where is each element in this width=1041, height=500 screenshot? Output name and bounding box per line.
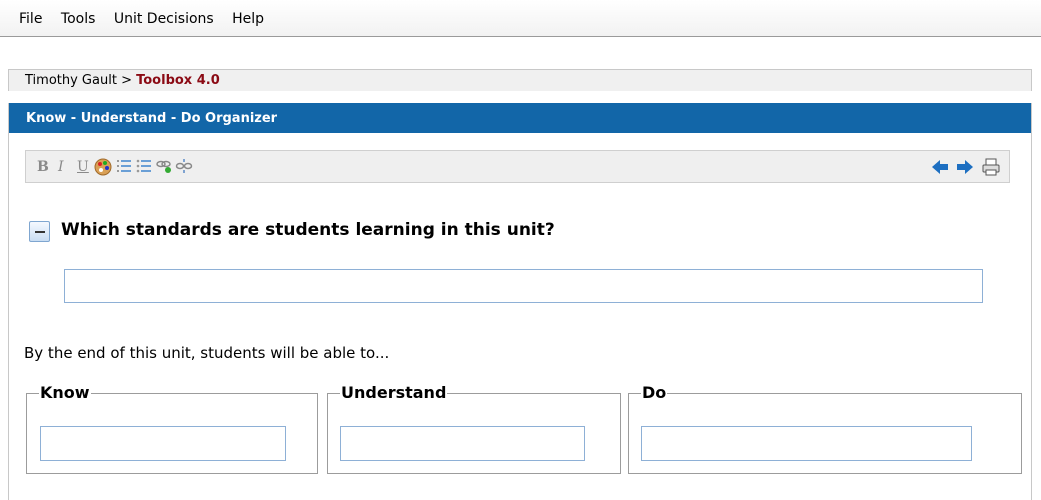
do-label: Do	[641, 383, 668, 403]
unlink-icon[interactable]	[175, 158, 193, 176]
forward-arrow-icon[interactable]	[956, 159, 974, 177]
menu-file[interactable]: File	[19, 11, 42, 27]
do-input[interactable]	[641, 426, 972, 461]
breadcrumb-current[interactable]: Toolbox 4.0	[136, 73, 220, 88]
menu-tools[interactable]: Tools	[61, 11, 96, 27]
understand-section: Understand	[327, 383, 621, 474]
editor-toolbar: B I U	[25, 150, 1010, 183]
breadcrumb-separator: >	[121, 73, 132, 88]
menu-unit-decisions[interactable]: Unit Decisions	[114, 11, 214, 27]
intro-text: By the end of this unit, students will b…	[24, 344, 390, 362]
link-icon[interactable]	[155, 158, 173, 176]
know-input[interactable]	[40, 426, 286, 461]
breadcrumb-user[interactable]: Timothy Gault	[25, 73, 117, 88]
do-section: Do	[628, 383, 1022, 474]
know-section: Know	[26, 383, 318, 474]
standards-input[interactable]	[64, 269, 983, 303]
print-icon[interactable]	[981, 157, 1001, 176]
organizer-panel: Know - Understand - Do Organizer B I U W…	[8, 103, 1032, 500]
breadcrumb: Timothy Gault > Toolbox 4.0	[8, 69, 1032, 91]
menu-bar: File Tools Unit Decisions Help	[0, 0, 1041, 37]
bulleted-list-icon[interactable]	[136, 158, 152, 176]
menu-help[interactable]: Help	[232, 11, 264, 27]
understand-input[interactable]	[340, 426, 585, 461]
color-palette-icon[interactable]	[93, 157, 113, 176]
question-label: Which standards are students learning in…	[61, 220, 555, 240]
back-arrow-icon[interactable]	[931, 159, 949, 177]
collapse-button[interactable]	[29, 221, 50, 242]
panel-title: Know - Understand - Do Organizer	[9, 103, 1031, 133]
bold-icon[interactable]: B	[37, 158, 49, 176]
numbered-list-icon[interactable]	[116, 158, 132, 176]
italic-icon[interactable]: I	[58, 158, 64, 176]
underline-icon[interactable]: U	[77, 158, 89, 176]
understand-label: Understand	[340, 383, 448, 403]
know-label: Know	[39, 383, 91, 403]
